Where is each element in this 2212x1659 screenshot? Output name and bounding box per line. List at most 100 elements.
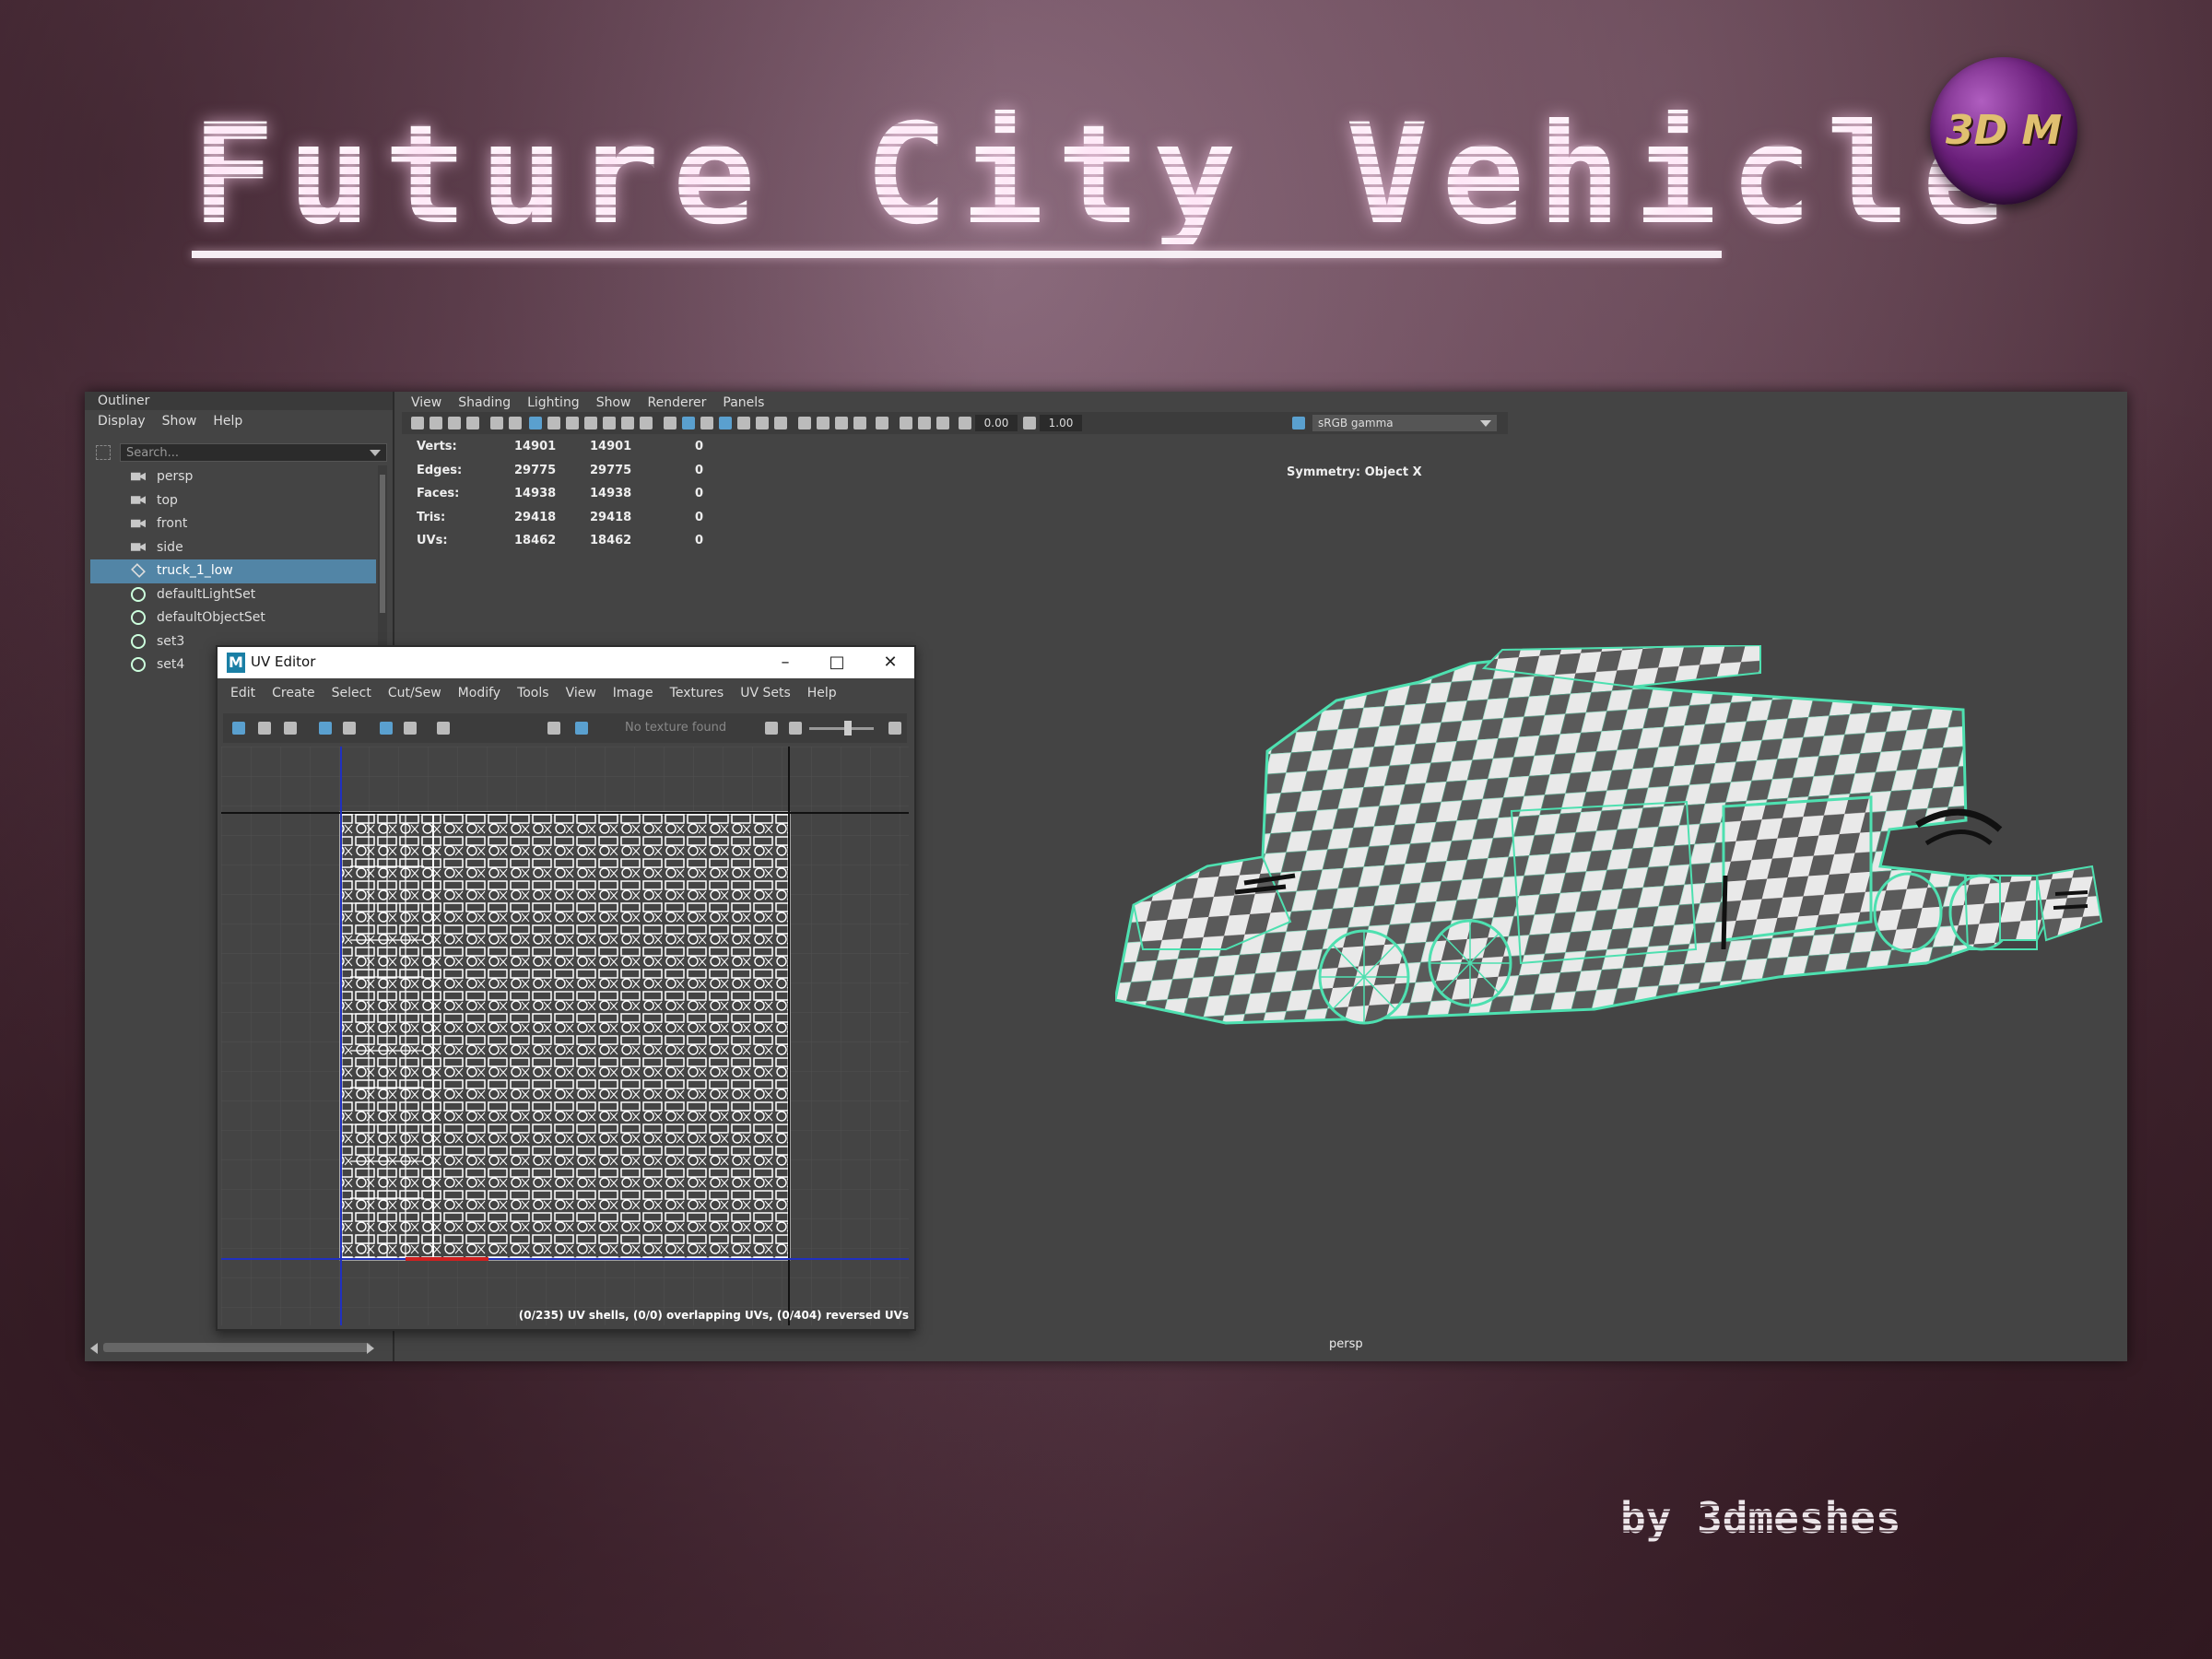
isolate-icon[interactable] [319, 722, 332, 735]
outliner-item-truck[interactable]: truck_1_low [90, 559, 376, 583]
gamma-field[interactable]: 1.00 [1040, 415, 1082, 431]
outliner-item-top[interactable]: top [90, 489, 376, 513]
image-display-icon[interactable] [547, 722, 560, 735]
outliner-horizontal-scrollbar[interactable] [103, 1343, 371, 1352]
viewport-menu-shading[interactable]: Shading [458, 395, 511, 410]
outliner-item-default-object-set[interactable]: defaultObjectSet [90, 606, 376, 630]
poster-title: Future City Vehicle [192, 95, 2018, 255]
outliner-tab[interactable]: Outliner [85, 392, 393, 410]
vehicle-model[interactable] [1115, 645, 2138, 1161]
viewport-menu-lighting[interactable]: Lighting [527, 395, 580, 410]
uv-menu-select[interactable]: Select [332, 686, 371, 700]
gate-mask-icon[interactable] [584, 417, 597, 429]
brand-logo: 3D M [1930, 57, 2077, 205]
pencil-icon[interactable] [490, 417, 503, 429]
isolate-select-icon[interactable] [876, 417, 888, 429]
outliner-menu-help[interactable]: Help [213, 414, 242, 429]
color-space-select[interactable]: sRGB gamma [1312, 415, 1497, 431]
gamma-icon[interactable] [1023, 417, 1036, 429]
outliner-item-persp[interactable]: persp [90, 465, 376, 489]
uv-menu-textures[interactable]: Textures [670, 686, 724, 700]
close-button[interactable]: ✕ [872, 650, 909, 676]
checker-icon[interactable] [575, 722, 588, 735]
xray-icon[interactable] [900, 417, 912, 429]
grease-pencil-icon[interactable] [509, 417, 522, 429]
resolution-gate-icon[interactable] [566, 417, 579, 429]
field-chart-icon[interactable] [603, 417, 616, 429]
color-space-value: sRGB gamma [1318, 417, 1394, 429]
uv-menu-help[interactable]: Help [807, 686, 837, 700]
maximize-button[interactable]: □ [818, 650, 855, 676]
outliner-item-label: set3 [157, 633, 185, 649]
default-material-icon[interactable] [700, 417, 713, 429]
viewport-menu-view[interactable]: View [411, 395, 441, 410]
chevron-down-icon[interactable] [370, 450, 381, 456]
outliner-search-input[interactable]: Search... [120, 443, 387, 462]
exposure-field[interactable]: 0.00 [975, 415, 1018, 431]
wireframe-on-shaded-icon[interactable] [719, 417, 732, 429]
screen-space-ao-icon[interactable] [798, 417, 811, 429]
uv-grid-icon[interactable] [343, 722, 356, 735]
refresh-icon[interactable] [765, 722, 778, 735]
viewport-menu-show[interactable]: Show [596, 395, 631, 410]
textured-icon[interactable] [737, 417, 750, 429]
uv-menu-tools[interactable]: Tools [517, 686, 549, 700]
xray-joints-icon[interactable] [918, 417, 931, 429]
uv-edge-icon[interactable] [284, 722, 297, 735]
uv-menu-modify[interactable]: Modify [458, 686, 500, 700]
exposure-slider-track[interactable] [809, 727, 874, 730]
depth-of-field-icon[interactable] [853, 417, 866, 429]
uv-editor-titlebar[interactable]: M UV Editor – □ ✕ [218, 647, 914, 678]
hud-label: UVs: [417, 534, 448, 547]
safe-title-icon[interactable] [640, 417, 653, 429]
uv-menu-create[interactable]: Create [272, 686, 315, 700]
distortion-icon[interactable] [404, 722, 417, 735]
uv-menu-image[interactable]: Image [613, 686, 653, 700]
uv-vertex-icon[interactable] [258, 722, 271, 735]
title-underline [192, 251, 1722, 258]
outliner-item-label: defaultLightSet [157, 586, 256, 602]
exposure-slider-handle[interactable] [844, 721, 852, 735]
image-plane-icon[interactable] [466, 417, 479, 429]
select-camera-icon[interactable] [411, 417, 424, 429]
viewport-menu-renderer[interactable]: Renderer [647, 395, 706, 410]
viewport-menu-panels[interactable]: Panels [723, 395, 764, 410]
exposure-icon[interactable] [959, 417, 971, 429]
xray-components-icon[interactable] [936, 417, 949, 429]
minimize-button[interactable]: – [767, 650, 804, 676]
safe-action-icon[interactable] [621, 417, 634, 429]
uv-shell-icon[interactable] [232, 722, 245, 735]
color-management-icon[interactable] [1292, 417, 1305, 429]
snap-grid-icon[interactable] [380, 722, 393, 735]
expand-icon[interactable] [888, 722, 901, 735]
camera-attributes-icon[interactable] [429, 417, 442, 429]
outliner-item-default-light-set[interactable]: defaultLightSet [90, 583, 376, 607]
bookmark-icon[interactable] [448, 417, 461, 429]
hud-value: 29775 [590, 463, 632, 477]
uv-menu-cut-sew[interactable]: Cut/Sew [388, 686, 441, 700]
outliner-item-front[interactable]: front [90, 512, 376, 536]
filter-icon[interactable] [96, 445, 111, 460]
scroll-right-icon[interactable] [367, 1343, 374, 1354]
motion-blur-icon[interactable] [817, 417, 830, 429]
snapshot-icon[interactable] [437, 722, 450, 735]
wireframe-icon[interactable] [664, 417, 677, 429]
smooth-shade-icon[interactable] [682, 417, 695, 429]
hud-row: Edges: 29775 29775 0 [417, 464, 748, 488]
anti-aliasing-icon[interactable] [835, 417, 848, 429]
scroll-left-icon[interactable] [90, 1343, 98, 1354]
shadows-icon[interactable] [774, 417, 787, 429]
uv-menu-edit[interactable]: Edit [230, 686, 255, 700]
uv-menu-view[interactable]: View [566, 686, 596, 700]
outliner-menu-show[interactable]: Show [162, 414, 197, 429]
grid-icon[interactable] [529, 417, 542, 429]
poly-count-hud: Verts: 14901 14901 0 Edges: 29775 29775 0 Face… [417, 440, 748, 558]
film-gate-icon[interactable] [547, 417, 560, 429]
hud-value: 14901 [514, 440, 557, 453]
outliner-item-side[interactable]: side [90, 536, 376, 560]
image-icon[interactable] [789, 722, 802, 735]
uv-menu-uv-sets[interactable]: UV Sets [740, 686, 791, 700]
use-lights-icon[interactable] [756, 417, 769, 429]
outliner-menu-display[interactable]: Display [98, 414, 146, 429]
uv-editor-canvas[interactable] [221, 747, 909, 1325]
